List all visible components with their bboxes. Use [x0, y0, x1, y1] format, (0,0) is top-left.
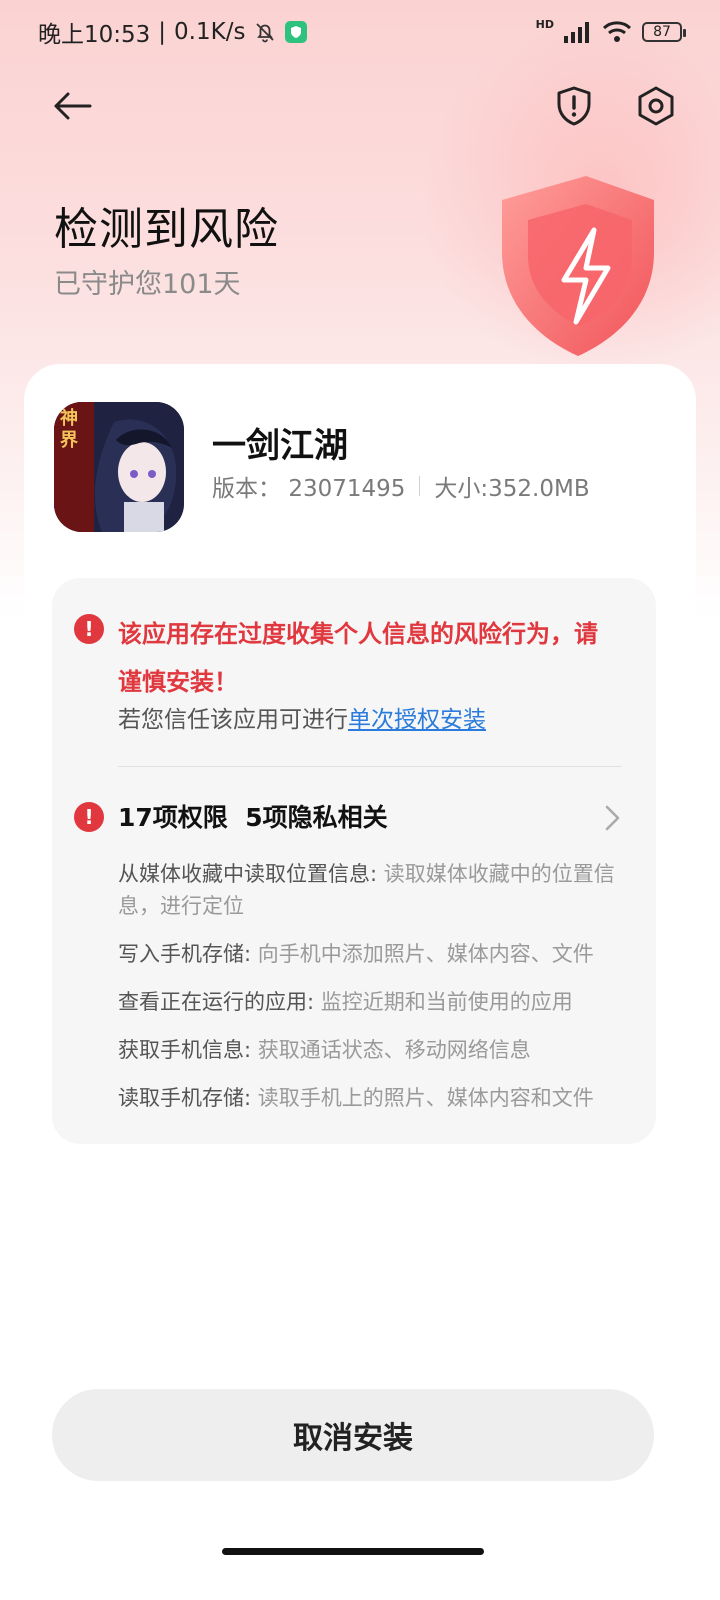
permission-desc: 获取通话状态、移动网络信息 [257, 1038, 531, 1062]
arrow-left-icon [54, 92, 92, 120]
trust-prefix: 若您信任该应用可进行 [118, 707, 348, 733]
version-value: 23071495 [288, 476, 406, 502]
chevron-right-icon [605, 805, 620, 831]
top-bar [0, 70, 720, 140]
protection-days: 已守护您101天 [54, 269, 241, 300]
permission-count: 17项权限 [118, 803, 228, 832]
risk-message: 该应用存在过度收集个人信息的风险行为，请谨慎安装！ [118, 620, 598, 696]
back-button[interactable] [44, 78, 100, 134]
status-bar: 晚上10:53 | 0.1K/s HD 87 [0, 0, 720, 64]
size-info: 大小:352.0MB [434, 469, 589, 503]
permission-desc: 向手机中添加照片、媒体内容、文件 [257, 942, 594, 966]
status-left: 晚上10:53 | 0.1K/s [38, 15, 308, 49]
alert-icon: ! [74, 614, 104, 644]
permission-name: 查看正在运行的应用: [118, 990, 321, 1014]
permission-list: 从媒体收藏中读取位置信息: 读取媒体收藏中的位置信息，进行定位 写入手机存储: … [118, 858, 618, 1130]
permissions-summary: 17项权限 5项隐私相关 [118, 798, 388, 834]
permission-desc: 监控近期和当前使用的应用 [320, 990, 573, 1014]
app-name: 一剑江湖 [212, 426, 348, 466]
permission-name: 获取手机信息: [118, 1038, 258, 1062]
status-net-speed: 0.1K/s [174, 19, 246, 45]
privacy-count: 5项隐私相关 [245, 803, 388, 832]
permission-item: 获取手机信息: 获取通话状态、移动网络信息 [118, 1034, 618, 1066]
size-label: 大小: [434, 476, 489, 502]
version-label: 版本： [212, 476, 281, 502]
size-value: 352.0MB [488, 476, 590, 502]
status-right: HD 87 [535, 17, 686, 43]
gear-icon [638, 86, 674, 126]
app-meta: 版本： 23071495 大小:352.0MB [212, 469, 590, 503]
status-separator: | [158, 19, 167, 45]
permission-item: 查看正在运行的应用: 监控近期和当前使用的应用 [118, 986, 618, 1018]
meta-divider [419, 476, 421, 496]
permission-name: 写入手机存储: [118, 942, 258, 966]
security-report-button[interactable] [546, 78, 602, 134]
trust-line: 若您信任该应用可进行单次授权安装 [118, 700, 486, 734]
permissions-summary-row[interactable]: ! 17项权限 5项隐私相关 [52, 796, 656, 838]
battery-level: 87 [653, 24, 671, 40]
shield-alert-icon [557, 86, 591, 126]
cancel-install-button[interactable]: 取消安装 [52, 1389, 654, 1481]
settings-button[interactable] [628, 78, 684, 134]
page-title: 检测到风险 [54, 204, 279, 255]
permission-alert-icon: ! [74, 802, 104, 832]
wifi-icon [602, 21, 632, 42]
permission-name: 从媒体收藏中读取位置信息: [118, 862, 384, 886]
panel-divider [118, 766, 622, 767]
network-type-label: HD [535, 17, 554, 31]
permission-desc: 读取手机上的照片、媒体内容和文件 [257, 1086, 594, 1110]
status-time: 晚上10:53 [38, 22, 151, 48]
permission-item: 从媒体收藏中读取位置信息: 读取媒体收藏中的位置信息，进行定位 [118, 858, 618, 922]
permission-item: 读取手机存储: 读取手机上的照片、媒体内容和文件 [118, 1082, 618, 1114]
app-icon-text: 神界 [60, 408, 78, 451]
security-app-icon [285, 21, 308, 43]
battery-indicator: 87 [642, 22, 686, 42]
permission-name: 读取手机存储: [118, 1086, 258, 1110]
signal-icon [564, 22, 589, 43]
home-indicator[interactable] [222, 1548, 484, 1555]
single-authorize-install-link[interactable]: 单次授权安装 [348, 707, 486, 733]
bell-off-icon [256, 23, 275, 43]
permission-item: 写入手机存储: 向手机中添加照片、媒体内容、文件 [118, 938, 618, 970]
version-info: 版本： 23071495 [212, 469, 405, 503]
app-icon: 神界 [54, 402, 184, 532]
risk-shield-icon [502, 176, 654, 356]
